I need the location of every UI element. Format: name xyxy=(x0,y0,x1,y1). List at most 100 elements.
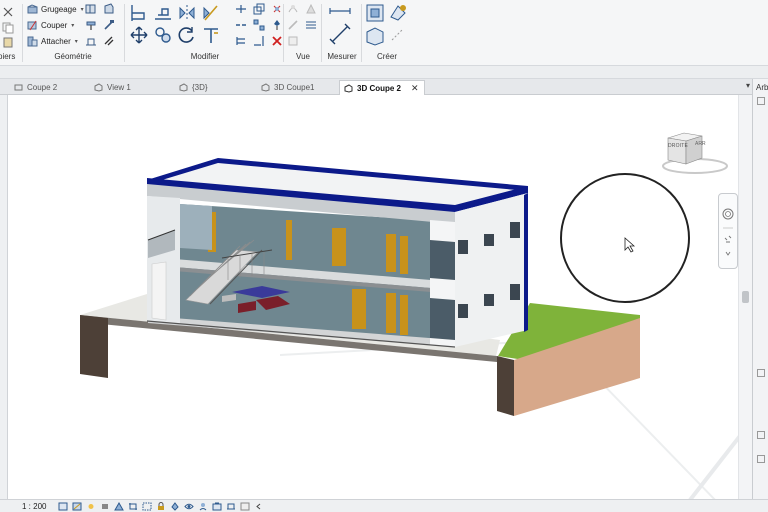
left-panel-edge xyxy=(0,95,8,499)
modify-panel-label: Modifier xyxy=(190,52,220,61)
copy-icon[interactable] xyxy=(2,22,14,34)
mirror-axis-icon[interactable] xyxy=(177,3,197,23)
3d-viewport[interactable] xyxy=(8,95,752,499)
array-icon[interactable] xyxy=(253,19,265,31)
crop-view-icon[interactable] xyxy=(128,502,138,511)
chevron-down-icon[interactable]: ▾ xyxy=(71,22,74,29)
tree-expand-icon[interactable] xyxy=(757,369,765,377)
zoom-icon[interactable] xyxy=(724,235,732,243)
visual-style-icon[interactable] xyxy=(72,502,82,511)
create-assembly-icon[interactable] xyxy=(365,3,385,23)
sun-path-icon[interactable] xyxy=(86,502,96,511)
balcony-upper xyxy=(430,240,455,280)
cut-geometry-button[interactable]: Couper ▾ xyxy=(27,20,74,31)
tree-expand-icon[interactable] xyxy=(757,431,765,439)
chevron-down-icon[interactable]: ▾ xyxy=(75,38,78,45)
show-crop-icon[interactable] xyxy=(142,502,152,511)
paste-icon[interactable] xyxy=(2,36,14,48)
join-button[interactable]: Attacher ▾ xyxy=(27,36,78,47)
tab-3d-coupe-2[interactable]: 3D Coupe 2 ✕ xyxy=(339,80,425,95)
split-element-icon[interactable] xyxy=(235,3,247,15)
shadows-icon[interactable] xyxy=(100,502,110,511)
tab-list-menu-icon[interactable]: ▾ xyxy=(746,81,750,90)
pin-icon[interactable] xyxy=(271,19,283,31)
demolish-icon[interactable] xyxy=(103,19,115,31)
tab-coupe-2[interactable]: Coupe 2 xyxy=(10,80,90,95)
split-face-icon[interactable] xyxy=(103,3,115,15)
foundation-left xyxy=(80,315,108,378)
extend-icon[interactable] xyxy=(253,35,265,47)
cope-button[interactable]: Grugeage ▾ xyxy=(27,4,84,15)
tab-view-1[interactable]: View 1 xyxy=(90,80,175,95)
move-icon[interactable] xyxy=(129,25,149,45)
cut-icon[interactable] xyxy=(2,6,14,18)
window-right-lower-3 xyxy=(458,304,468,318)
highlight-displacement-icon[interactable] xyxy=(240,502,250,511)
chevron-left-icon[interactable] xyxy=(254,502,264,511)
worksharing-icon[interactable] xyxy=(198,502,208,511)
temp-view-properties-icon[interactable] xyxy=(212,502,222,511)
paint-icon[interactable] xyxy=(85,19,97,31)
split-gap-icon[interactable] xyxy=(235,19,247,31)
override-graphics-icon[interactable] xyxy=(305,3,317,15)
ribbon: piers Grugeage ▾ Couper ▾ Attacher ▾ Géo… xyxy=(0,0,768,66)
viewport-vertical-scrollbar[interactable] xyxy=(738,95,752,499)
3d-view-icon xyxy=(344,83,353,93)
steering-wheel-icon[interactable] xyxy=(722,208,734,220)
create-similar-icon[interactable] xyxy=(390,28,404,42)
unpin-icon[interactable] xyxy=(271,3,283,15)
trim-icon[interactable] xyxy=(201,25,221,45)
lock-3d-view-icon[interactable] xyxy=(156,501,166,511)
scale-label[interactable]: 1 : 200 xyxy=(22,502,58,511)
exterior-wall-right xyxy=(455,193,528,347)
trim-multiple-icon[interactable] xyxy=(235,35,247,47)
rendering-icon[interactable] xyxy=(114,501,124,511)
viewcube[interactable] xyxy=(660,130,730,176)
create-parts-icon[interactable] xyxy=(388,3,408,23)
entry-column xyxy=(151,261,167,321)
window-right-lower-2 xyxy=(510,284,520,300)
rotate-icon[interactable] xyxy=(177,25,197,45)
house-3d-model[interactable] xyxy=(8,95,752,499)
measure-distance-icon[interactable] xyxy=(328,5,352,17)
detail-level-icon[interactable] xyxy=(58,502,68,511)
create-group-icon[interactable] xyxy=(365,26,385,46)
tree-expand-icon[interactable] xyxy=(757,97,765,105)
scale-icon[interactable] xyxy=(253,3,265,15)
chevron-down-icon[interactable] xyxy=(725,251,731,256)
clipboard-panel: piers xyxy=(0,0,22,66)
viewcube-face-label: DROITE xyxy=(668,143,689,149)
wall-profile-icon[interactable] xyxy=(85,35,97,47)
tree-expand-icon[interactable] xyxy=(757,455,765,463)
revit-window: piers Grugeage ▾ Couper ▾ Attacher ▾ Géo… xyxy=(0,0,768,512)
aligned-dimension-icon[interactable] xyxy=(328,22,352,46)
reveal-hidden-icon[interactable] xyxy=(184,502,194,511)
ribbon-collapse-strip xyxy=(0,66,768,79)
remove-paint-icon[interactable] xyxy=(103,35,115,47)
analytical-model-icon[interactable] xyxy=(226,502,236,511)
temporary-isolate-icon[interactable] xyxy=(170,501,180,511)
chevron-down-icon[interactable]: ▾ xyxy=(81,6,84,13)
thin-lines-icon[interactable] xyxy=(305,19,317,31)
wall-join-icon[interactable] xyxy=(85,3,97,15)
window-right-lower xyxy=(484,294,494,306)
hide-element-icon[interactable] xyxy=(287,3,299,15)
modify-small-tools xyxy=(235,3,283,47)
linework-icon[interactable] xyxy=(287,19,299,31)
tab-3d[interactable]: {3D} xyxy=(175,80,257,95)
delete-icon[interactable] xyxy=(271,35,283,47)
close-icon[interactable]: ✕ xyxy=(411,83,419,94)
copy-element-icon[interactable] xyxy=(153,25,173,45)
join-icon xyxy=(27,36,38,47)
temporary-hide-icon[interactable] xyxy=(287,35,299,47)
tab-3d-coupe1[interactable]: 3D Coupe1 xyxy=(257,80,339,95)
door-upper-2 xyxy=(386,234,396,272)
door-lower-1 xyxy=(352,289,366,329)
scrollbar-thumb[interactable] xyxy=(742,291,749,303)
offset-icon[interactable] xyxy=(153,3,173,23)
align-icon[interactable] xyxy=(129,3,149,23)
viewcube-icon[interactable] xyxy=(660,130,730,176)
measure-panel-label: Mesurer xyxy=(327,52,357,61)
mirror-draw-icon[interactable] xyxy=(201,3,221,23)
view-control-bar: 1 : 200 xyxy=(0,499,768,512)
